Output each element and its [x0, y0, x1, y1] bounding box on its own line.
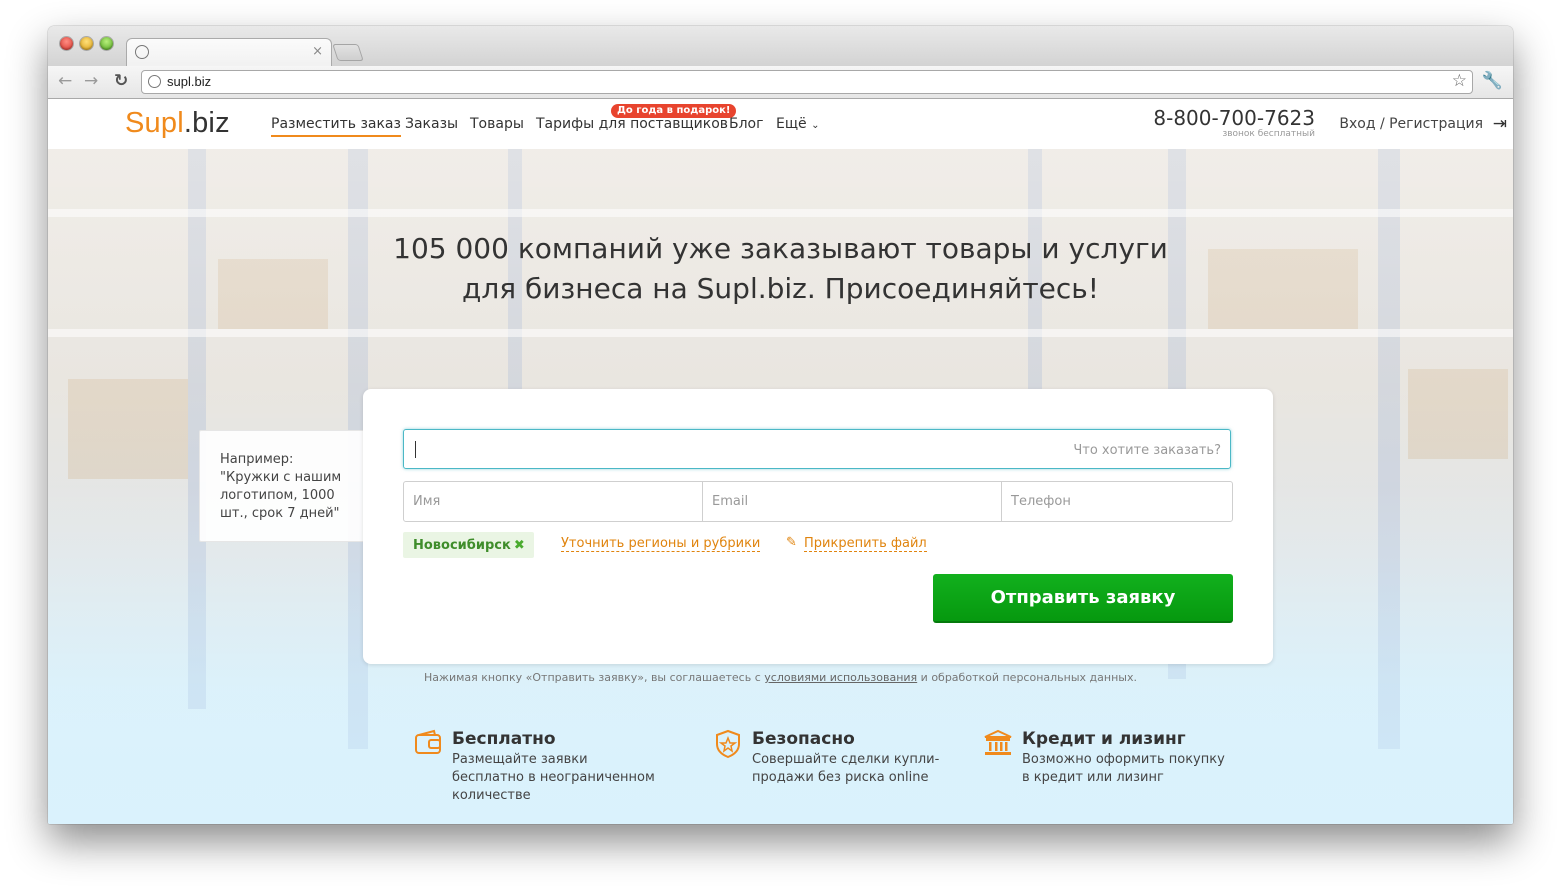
- bank-icon: [983, 729, 1013, 759]
- wallet-icon: [413, 729, 443, 759]
- login-link[interactable]: Вход / Регистрация: [1339, 116, 1483, 132]
- name-field[interactable]: Имя: [404, 482, 703, 521]
- terms-notice: Нажимая кнопку «Отправить заявку», вы со…: [48, 671, 1513, 684]
- phone-note: звонок бесплатный: [1222, 129, 1315, 139]
- address-url[interactable]: supl.biz: [167, 74, 211, 89]
- feature-title: Безопасно: [752, 729, 855, 749]
- feature-desc: Возможно оформить покупку в кредит или л…: [1022, 752, 1225, 785]
- chevron-down-icon: ⌄: [811, 120, 820, 131]
- terms-text-before: Нажимая кнопку «Отправить заявку», вы со…: [424, 671, 765, 684]
- bookmark-star-icon[interactable]: ☆: [1452, 71, 1467, 91]
- browser-titlebar: ×: [48, 26, 1513, 67]
- example-hint: Например: "Кружки с нашим логотипом, 100…: [199, 430, 387, 542]
- back-arrow-icon[interactable]: ←: [58, 72, 72, 90]
- globe-icon: [135, 45, 149, 59]
- new-tab-button[interactable]: [332, 44, 364, 61]
- hero-headline: 105 000 компаний уже заказывают товары и…: [48, 229, 1513, 309]
- attach-file-link[interactable]: Прикрепить файл: [804, 536, 927, 552]
- site-header: Supl.biz Разместить заказ Заказы Товары …: [48, 99, 1513, 150]
- close-window-button[interactable]: [60, 37, 73, 50]
- browser-window: × ← → ↻ supl.biz ☆ 🔧 Supl.biz Разместить…: [48, 26, 1513, 824]
- feature-title: Кредит и лизинг: [1022, 729, 1186, 749]
- forward-arrow-icon[interactable]: →: [84, 72, 98, 90]
- paperclip-icon[interactable]: ✎: [786, 535, 797, 550]
- promo-badge[interactable]: До года в подарок!: [611, 104, 737, 118]
- logo-part-biz: .biz: [183, 107, 230, 139]
- phone-field[interactable]: Телефон: [1002, 482, 1232, 521]
- submit-order-button[interactable]: Отправить заявку: [933, 574, 1233, 623]
- text-caret: [415, 441, 416, 458]
- terms-text-after: и обработкой персональных данных.: [917, 671, 1137, 684]
- globe-icon: [148, 75, 161, 88]
- zoom-window-button[interactable]: [100, 37, 113, 50]
- city-tag[interactable]: Новосибирск ✖: [403, 532, 534, 558]
- browser-toolbar: ← → ↻ supl.biz ☆ 🔧: [48, 66, 1513, 99]
- contact-fields: Имя Email Телефон: [403, 481, 1233, 522]
- refine-regions-link[interactable]: Уточнить регионы и рубрики: [561, 536, 761, 552]
- nav-more-label: Ещё: [776, 116, 807, 132]
- minimize-window-button[interactable]: [80, 37, 93, 50]
- order-query-placeholder: Что хотите заказать?: [1073, 443, 1221, 458]
- nav-orders[interactable]: Заказы: [405, 116, 458, 132]
- web-page: Supl.biz Разместить заказ Заказы Товары …: [48, 99, 1513, 824]
- order-query-input[interactable]: Что хотите заказать?: [403, 429, 1231, 469]
- feature-desc: Размещайте заявки бесплатно в неограниче…: [452, 752, 655, 803]
- reload-icon[interactable]: ↻: [114, 72, 128, 90]
- feature-desc: Совершайте сделки купли-продажи без риск…: [752, 752, 940, 785]
- wrench-icon[interactable]: 🔧: [1482, 71, 1503, 91]
- terms-of-use-link[interactable]: условиями использования: [764, 671, 917, 684]
- nav-more[interactable]: Ещё ⌄: [776, 116, 820, 132]
- shield-icon: [713, 729, 743, 759]
- order-form: Что хотите заказать? Имя Email Телефон Н…: [363, 389, 1273, 664]
- site-logo[interactable]: Supl.biz: [125, 107, 230, 140]
- logo-part-supl: Supl: [125, 107, 184, 139]
- headline-line-1: 105 000 компаний уже заказывают товары и…: [393, 232, 1168, 265]
- example-hint-text: Например: "Кружки с нашим логотипом, 100…: [220, 452, 342, 521]
- address-bar[interactable]: supl.biz ☆: [141, 70, 1473, 94]
- remove-city-icon[interactable]: ✖: [514, 538, 525, 553]
- feature-title: Бесплатно: [452, 729, 556, 749]
- browser-tab[interactable]: ×: [126, 38, 332, 67]
- headline-line-2: для бизнеса на Supl.biz. Присоединяйтесь…: [461, 272, 1100, 305]
- email-field[interactable]: Email: [703, 482, 1002, 521]
- nav-supplier-tariffs[interactable]: Тарифы для поставщиков: [536, 116, 728, 132]
- sign-in-icon[interactable]: ⇥: [1493, 114, 1507, 134]
- nav-place-order[interactable]: Разместить заказ: [271, 116, 401, 137]
- nav-goods[interactable]: Товары: [470, 116, 524, 132]
- phone-number: 8-800-700-7623: [1153, 106, 1315, 130]
- nav-blog[interactable]: Блог: [729, 116, 763, 132]
- hero-section: 105 000 компаний уже заказывают товары и…: [48, 149, 1513, 824]
- city-tag-label: Новосибирск: [413, 538, 511, 553]
- tab-close-icon[interactable]: ×: [312, 44, 323, 60]
